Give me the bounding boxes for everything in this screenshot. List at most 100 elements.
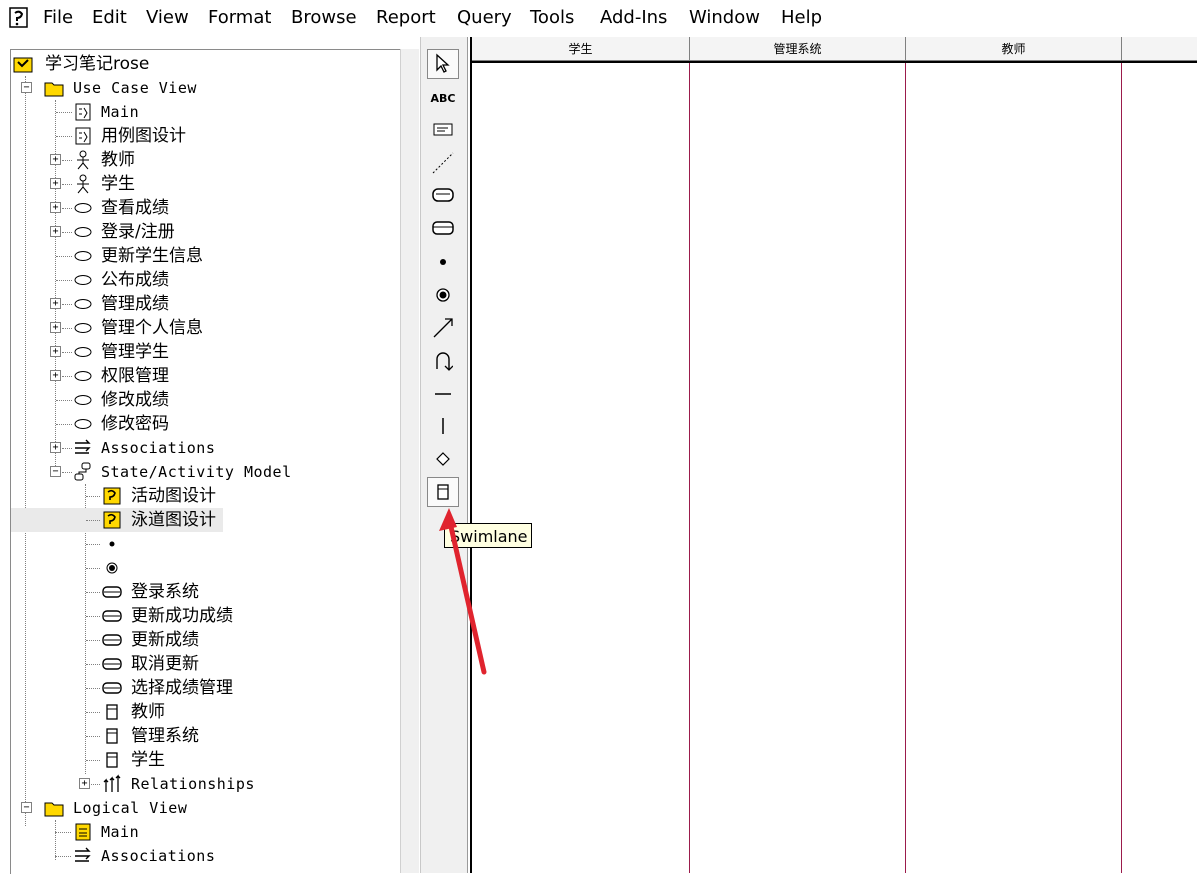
expand-toggle[interactable]: + <box>50 226 61 237</box>
expand-toggle[interactable]: + <box>50 346 61 357</box>
activity-diagram-icon <box>103 487 121 505</box>
activity-tool-button[interactable] <box>427 180 459 210</box>
swimlane-tool-button[interactable] <box>427 477 459 507</box>
start-state-icon <box>109 541 115 547</box>
swimlane-divider[interactable] <box>905 63 906 873</box>
start-state-icon <box>440 259 446 265</box>
class-diagram-icon <box>75 823 91 841</box>
transition-tool-button[interactable] <box>427 313 459 343</box>
activity-icon <box>102 634 122 646</box>
actor-icon <box>77 150 89 170</box>
vertical-bar-icon <box>442 418 444 434</box>
self-transition-icon <box>436 352 453 371</box>
vertical-sync-tool-button[interactable] <box>427 411 459 441</box>
horizontal-sync-tool-button[interactable] <box>427 379 459 409</box>
collapse-toggle[interactable]: − <box>21 82 32 93</box>
use-case-ellipse-icon <box>74 275 92 285</box>
horizontal-bar-icon <box>435 393 451 395</box>
menu-report[interactable]: Report <box>376 7 436 29</box>
model-folder-icon <box>13 57 33 73</box>
use-case-ellipse-icon <box>74 395 92 405</box>
anchor-note-tool-button[interactable] <box>427 148 459 178</box>
swimlane-divider[interactable] <box>1121 63 1122 873</box>
collapse-toggle[interactable]: − <box>50 466 61 477</box>
transition-arrow-icon <box>433 318 453 338</box>
use-case-ellipse-icon <box>74 203 92 213</box>
note-tool-button[interactable] <box>427 115 459 145</box>
menu-view[interactable]: View <box>146 7 189 29</box>
tree-guide-line <box>55 820 56 860</box>
tree-item-swimlane-diagram[interactable]: 泳道图设计 <box>11 508 223 532</box>
menu-tools[interactable]: Tools <box>530 7 574 29</box>
state-tool-button[interactable] <box>427 213 459 243</box>
selector-tool-button[interactable] <box>427 49 459 79</box>
menu-format[interactable]: Format <box>208 7 271 29</box>
menu-file[interactable]: File <box>43 7 73 29</box>
menu-help[interactable]: Help <box>781 7 822 29</box>
activity-icon <box>102 610 122 622</box>
menu-query[interactable]: Query <box>457 7 512 29</box>
note-icon <box>433 123 453 136</box>
associations-icon <box>75 847 91 862</box>
expand-toggle[interactable]: + <box>50 202 61 213</box>
actor-icon <box>77 174 89 194</box>
swimlane-header-teacher[interactable]: 教师 <box>906 37 1122 61</box>
swimlane-divider[interactable] <box>689 63 690 873</box>
tree-panel-edge <box>400 49 419 873</box>
expand-toggle[interactable]: + <box>50 298 61 309</box>
collapse-toggle[interactable]: − <box>21 802 32 813</box>
expand-toggle[interactable]: + <box>50 178 61 189</box>
expand-toggle[interactable]: + <box>50 154 61 165</box>
expand-toggle[interactable]: + <box>50 442 61 453</box>
decision-tool-button[interactable] <box>427 444 459 474</box>
swimlane-header-student[interactable]: 学生 <box>472 37 690 61</box>
swimlane-header-empty <box>1122 37 1197 61</box>
folder-icon <box>44 802 64 817</box>
swimlane-icon <box>437 484 449 500</box>
use-case-ellipse-icon <box>74 227 92 237</box>
tree-guide-line <box>25 76 26 826</box>
use-case-ellipse-icon <box>74 251 92 261</box>
self-transition-tool-button[interactable] <box>427 346 459 376</box>
use-case-ellipse-icon <box>74 299 92 309</box>
menu-add-ins[interactable]: Add-Ins <box>600 7 667 29</box>
swimlane-icon <box>106 752 118 768</box>
swimlane-icon <box>106 728 118 744</box>
relationships-icon <box>103 774 121 792</box>
use-case-ellipse-icon <box>74 347 92 357</box>
expand-toggle[interactable]: + <box>50 322 61 333</box>
swimlane-header-management-system[interactable]: 管理系统 <box>690 37 906 61</box>
expand-toggle[interactable]: + <box>79 778 90 789</box>
end-state-icon <box>106 562 118 574</box>
diagram-toolbox: ABC <box>420 37 468 873</box>
swimlane-icon <box>106 704 118 720</box>
menu-browse[interactable]: Browse <box>291 7 357 29</box>
end-state-icon <box>436 288 450 302</box>
state-icon <box>432 221 454 235</box>
start-state-tool-button[interactable] <box>427 247 459 277</box>
activity-icon <box>432 188 454 202</box>
decision-diamond-icon <box>436 452 450 466</box>
swimlane-diagram-icon <box>103 511 121 529</box>
arrow-pointer-icon <box>436 53 450 73</box>
end-state-tool-button[interactable] <box>427 280 459 310</box>
rose-app-icon[interactable] <box>9 7 29 29</box>
folder-icon <box>44 82 64 97</box>
menu-window[interactable]: Window <box>689 7 760 29</box>
swimlane-tooltip: Swimlane <box>444 523 532 548</box>
menu-edit[interactable]: Edit <box>92 7 127 29</box>
text-tool-button[interactable]: ABC <box>427 83 459 113</box>
use-case-ellipse-icon <box>74 371 92 381</box>
use-case-diagram-icon <box>75 127 91 145</box>
associations-icon <box>75 439 91 454</box>
use-case-ellipse-icon <box>74 323 92 333</box>
menu-bar: File Edit View Format Browse Report Quer… <box>0 0 1197 36</box>
abc-text-icon: ABC <box>430 91 456 105</box>
model-browser-tree[interactable]: 学习笔记rose − Use Case View Main 用例图设计 + 教师 + 学生… <box>10 49 401 874</box>
swimlane-diagram-canvas[interactable]: 学生 管理系统 教师 <box>470 37 1197 873</box>
use-case-ellipse-icon <box>74 419 92 429</box>
expand-toggle[interactable]: + <box>50 370 61 381</box>
activity-icon <box>102 682 122 694</box>
header-divider <box>472 61 1197 63</box>
activity-icon <box>102 586 122 598</box>
